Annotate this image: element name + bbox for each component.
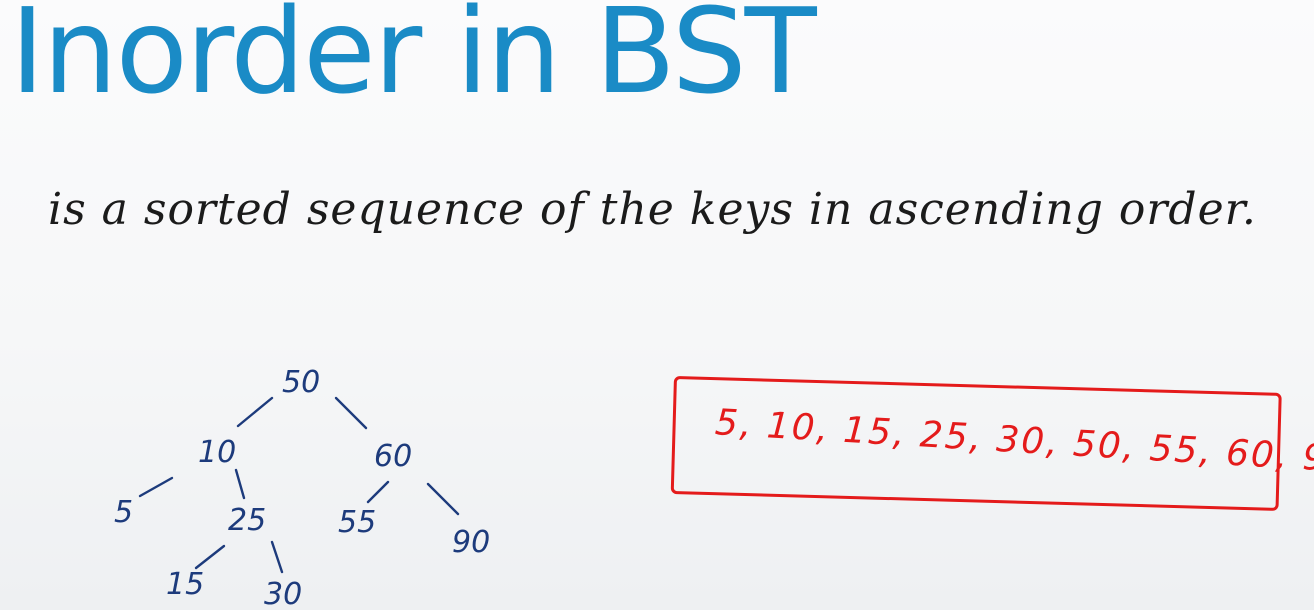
tree-node: 55 xyxy=(338,505,376,540)
tree-node: 5 xyxy=(114,495,133,530)
bst-diagram: 50 10 60 5 25 55 90 15 30 xyxy=(114,365,490,610)
edge-25-15 xyxy=(194,544,226,570)
tree-node: 50 xyxy=(282,365,320,400)
edge-60-55 xyxy=(366,480,390,504)
edge-10-5 xyxy=(138,476,174,498)
edge-25-30 xyxy=(270,540,284,574)
tree-node: 90 xyxy=(452,525,490,560)
edge-60-90 xyxy=(426,482,460,516)
inorder-result-box: 5, 10, 15, 25, 30, 50, 55, 60, 90 xyxy=(670,376,1314,511)
tree-node: 25 xyxy=(228,503,266,538)
edge-50-10 xyxy=(236,396,274,428)
inorder-sequence: 5, 10, 15, 25, 30, 50, 55, 60, 90 xyxy=(713,402,1314,481)
edge-10-25 xyxy=(234,468,246,500)
edge-50-60 xyxy=(334,396,368,430)
tree-node: 60 xyxy=(374,439,412,474)
tree-node: 15 xyxy=(166,567,204,602)
tree-node: 10 xyxy=(198,435,236,470)
tree-node: 30 xyxy=(264,577,302,610)
